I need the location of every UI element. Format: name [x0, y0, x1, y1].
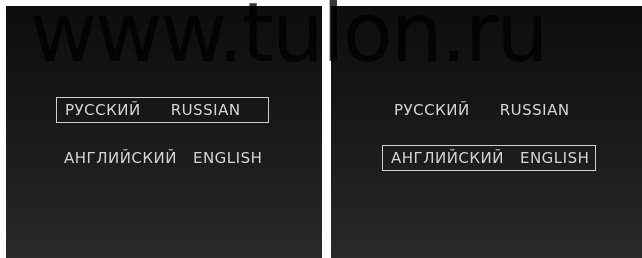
language-option-english[interactable]: АНГЛИЙСКИЙ ENGLISH — [382, 145, 596, 171]
option-english-label: RUSSIAN — [170, 101, 241, 119]
option-native-label: АНГЛИЙСКИЙ — [64, 149, 177, 167]
option-native-label: РУССКИЙ — [394, 101, 470, 119]
language-option-russian[interactable]: РУССКИЙ RUSSIAN — [386, 97, 601, 123]
option-native-label: РУССКИЙ — [65, 101, 141, 119]
language-option-russian[interactable]: РУССКИЙ RUSSIAN — [56, 97, 269, 123]
option-english-label: RUSSIAN — [499, 101, 570, 119]
language-menu-screen-1: РУССКИЙ RUSSIAN АНГЛИЙСКИЙ ENGLISH — [6, 6, 322, 258]
option-english-label: ENGLISH — [192, 149, 263, 167]
option-native-label: АНГЛИЙСКИЙ — [391, 149, 504, 167]
language-option-english[interactable]: АНГЛИЙСКИЙ ENGLISH — [56, 145, 270, 171]
language-menu-screen-2: РУССКИЙ RUSSIAN АНГЛИЙСКИЙ ENGLISH — [331, 6, 642, 258]
option-english-label: ENGLISH — [519, 149, 590, 167]
